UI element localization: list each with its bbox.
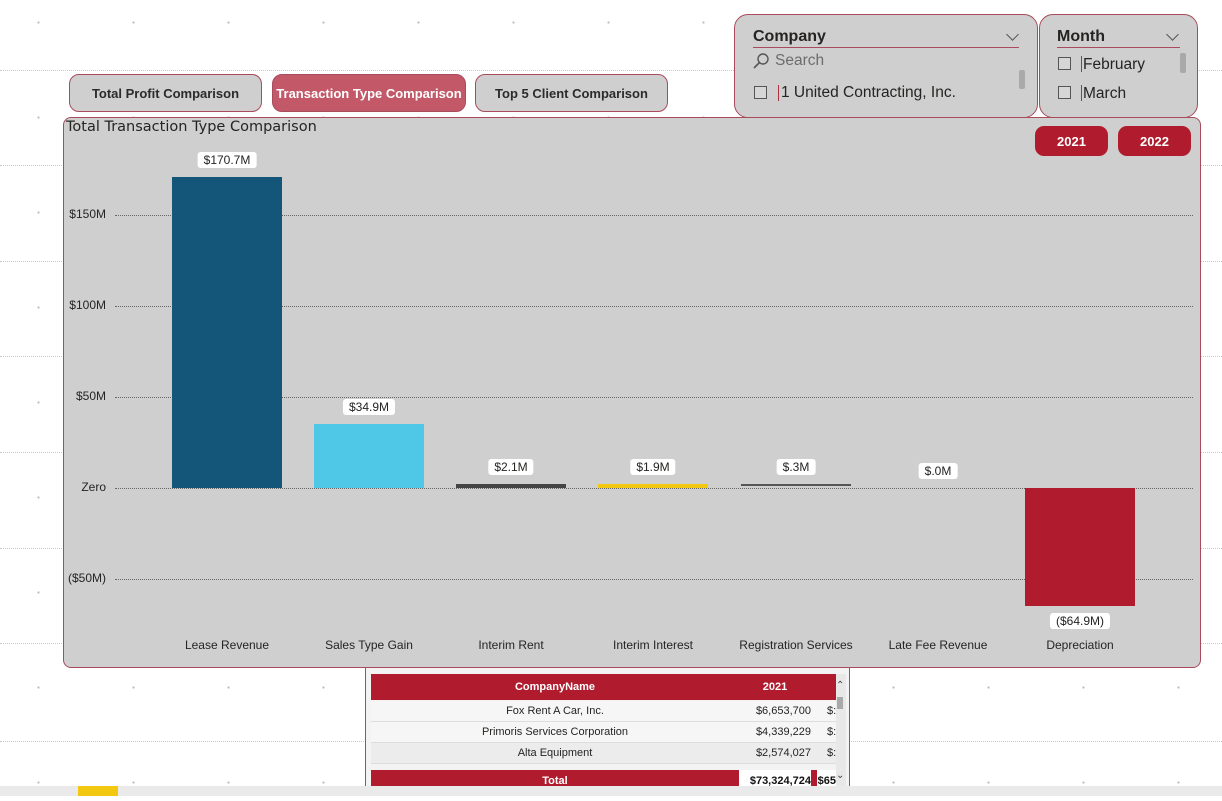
text-cursor bbox=[778, 85, 779, 101]
x-category-label: Sales Type Gain bbox=[325, 638, 413, 652]
header-2021[interactable]: 2021 bbox=[739, 674, 811, 700]
y-tick-label: $100M bbox=[69, 298, 106, 312]
search-icon bbox=[753, 53, 769, 69]
chart-title: Total Transaction Type Comparison bbox=[66, 119, 317, 135]
bar-registration-services[interactable] bbox=[741, 484, 851, 486]
data-label: $1.9M bbox=[630, 459, 676, 475]
month-slicer-scrollbar[interactable] bbox=[1180, 53, 1186, 73]
data-label: $.0M bbox=[918, 463, 958, 479]
text-cursor bbox=[1081, 56, 1082, 72]
y-tick-label: $50M bbox=[75, 389, 106, 403]
scroll-up-icon[interactable]: ⌃ bbox=[836, 680, 844, 691]
year-2022-button[interactable]: 2022 bbox=[1118, 126, 1191, 156]
company-slicer-scrollbar[interactable] bbox=[1019, 70, 1025, 89]
y-tick-label: Zero bbox=[81, 480, 106, 494]
checkbox[interactable] bbox=[1058, 86, 1071, 99]
company-name-cell: Primoris Services Corporation bbox=[481, 726, 629, 738]
header-company-name[interactable]: CompanyName bbox=[371, 674, 739, 700]
value-next-cell: $: bbox=[827, 726, 837, 738]
checkbox[interactable] bbox=[1058, 57, 1071, 70]
table-header: CompanyName 2021 bbox=[371, 674, 836, 700]
x-category-label: Interim Interest bbox=[612, 638, 694, 652]
month-slicer-title: Month bbox=[1057, 28, 1105, 45]
x-category-label: Interim Rent bbox=[478, 638, 544, 652]
x-category-label: Depreciation bbox=[1046, 638, 1114, 652]
value-2021-cell: $6,653,700 bbox=[755, 705, 811, 717]
bar-sales-type-gain[interactable] bbox=[314, 424, 424, 488]
table-row[interactable]: Primoris Services Corporation $4,339,229… bbox=[371, 722, 836, 743]
data-label: $2.1M bbox=[488, 459, 534, 475]
table-row[interactable]: Fox Rent A Car, Inc. $6,653,700 $: bbox=[371, 701, 836, 722]
top-5-client-comparison-button[interactable]: Top 5 Client Comparison bbox=[475, 74, 668, 112]
bar-lease-revenue[interactable] bbox=[172, 177, 282, 488]
data-label: ($64.9M) bbox=[1049, 613, 1111, 630]
table-row[interactable]: Alta Equipment $2,574,027 $: bbox=[371, 743, 836, 764]
page-tab-bar bbox=[0, 786, 1222, 796]
month-option-march[interactable]: March bbox=[1083, 85, 1126, 103]
month-option-february[interactable]: February bbox=[1083, 56, 1145, 74]
value-next-cell: $: bbox=[827, 705, 837, 717]
table-scroll-thumb[interactable] bbox=[837, 697, 843, 709]
scroll-down-icon[interactable]: ⌄ bbox=[836, 770, 844, 781]
company-name-cell: Fox Rent A Car, Inc. bbox=[506, 705, 604, 717]
y-tick-label: ($50M) bbox=[67, 571, 106, 585]
company-search-input[interactable]: Search bbox=[775, 52, 824, 70]
total-profit-comparison-button[interactable]: Total Profit Comparison bbox=[69, 74, 262, 112]
bar-depreciation[interactable] bbox=[1025, 488, 1135, 607]
company-name-cell: Alta Equipment bbox=[517, 747, 593, 759]
page-tab[interactable] bbox=[78, 786, 118, 796]
x-category-label: Late Fee Revenue bbox=[888, 638, 988, 652]
transaction-type-comparison-button[interactable]: Transaction Type Comparison bbox=[272, 74, 466, 112]
slicer-divider bbox=[753, 47, 1019, 48]
value-2021-cell: $4,339,229 bbox=[755, 726, 811, 738]
value-2021-cell: $2,574,027 bbox=[755, 747, 811, 759]
slicer-divider bbox=[1057, 47, 1180, 48]
data-label: $34.9M bbox=[342, 399, 396, 416]
x-category-label: Registration Services bbox=[739, 638, 853, 652]
year-2021-button[interactable]: 2021 bbox=[1035, 126, 1108, 156]
x-category-label: Lease Revenue bbox=[184, 638, 270, 652]
data-label: $170.7M bbox=[197, 152, 257, 169]
bar-interim-rent[interactable] bbox=[456, 484, 566, 488]
company-option[interactable]: 1 United Contracting, Inc. bbox=[781, 84, 956, 102]
text-cursor bbox=[1081, 85, 1082, 101]
data-label: $.3M bbox=[776, 459, 816, 475]
y-tick-label: $150M bbox=[69, 207, 106, 221]
value-next-cell: $: bbox=[827, 747, 837, 759]
checkbox[interactable] bbox=[754, 86, 767, 99]
company-slicer-title: Company bbox=[753, 28, 826, 45]
bar-interim-interest[interactable] bbox=[598, 484, 708, 488]
